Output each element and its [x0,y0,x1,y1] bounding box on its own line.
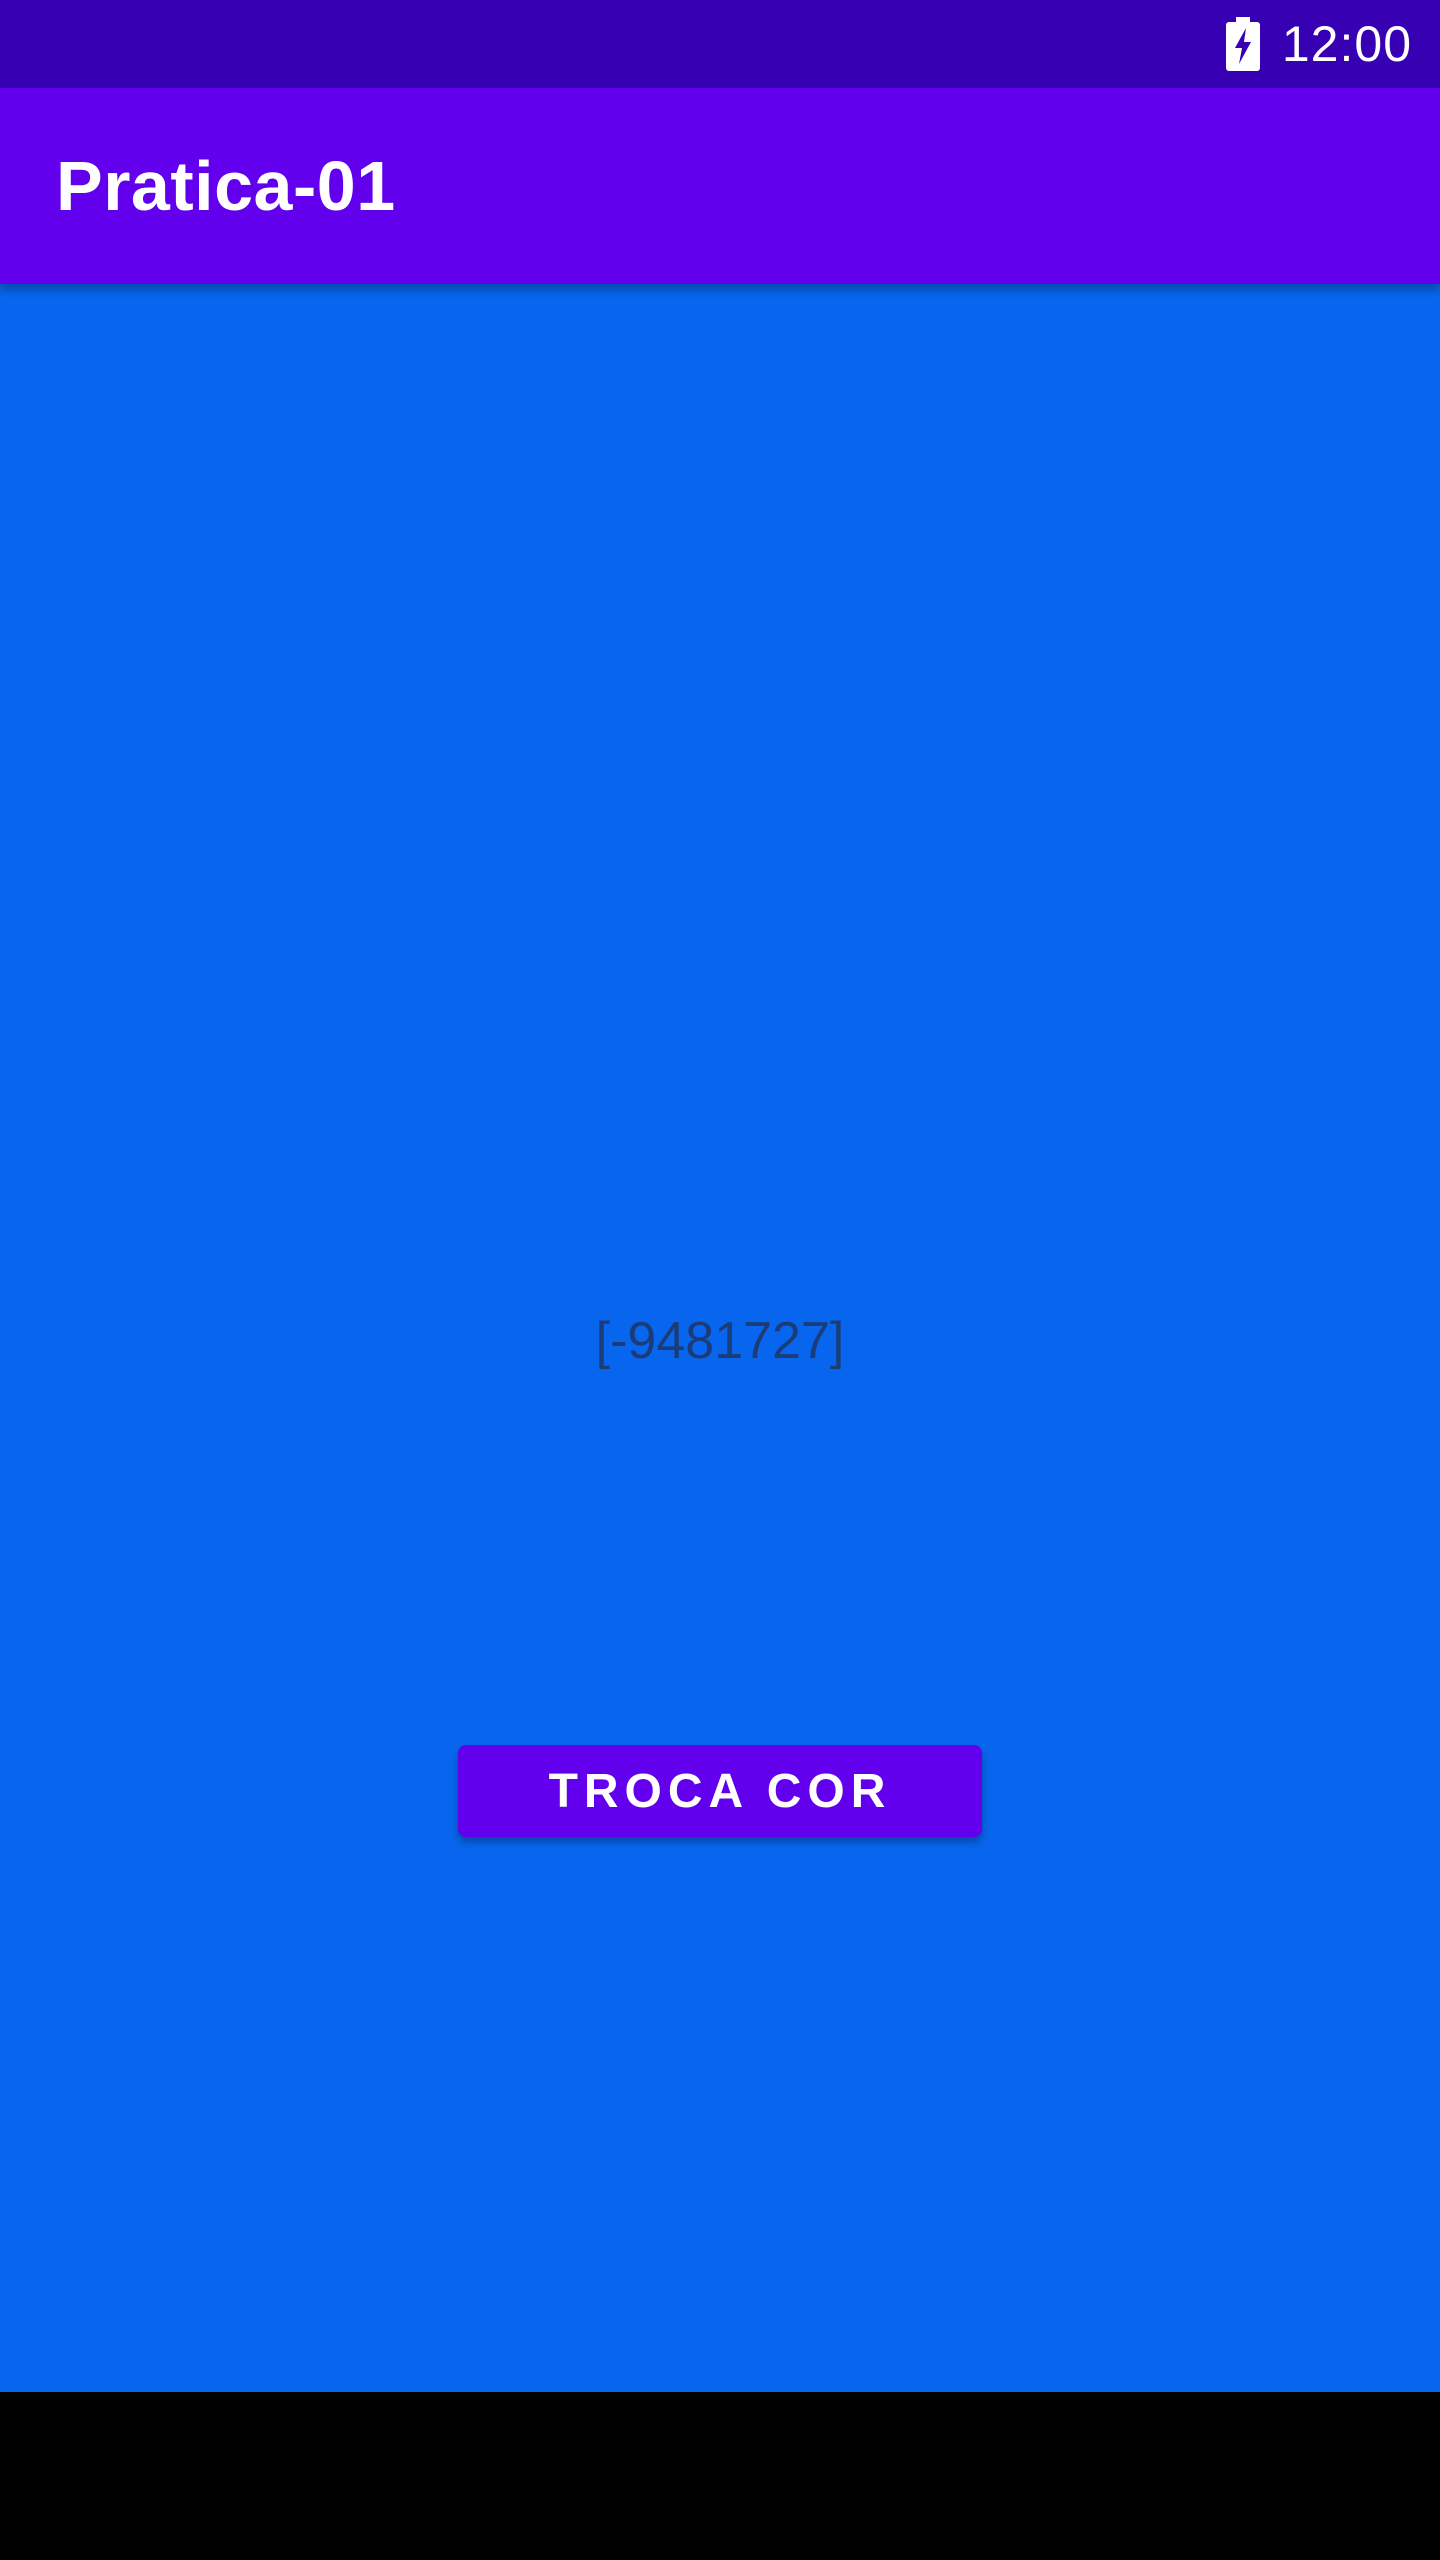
status-time: 12:00 [1281,16,1412,72]
change-color-button[interactable]: TROCA COR [458,1745,982,1837]
app-bar: Pratica-01 [0,88,1440,284]
color-value-text: [-9481727] [595,1312,845,1370]
battery-charging-icon [1225,17,1260,71]
app-title: Pratica-01 [56,147,396,225]
status-bar: 12:00 [0,0,1440,88]
navigation-bar [0,2392,1440,2560]
status-icons: 12:00 [1225,0,1412,88]
main-content: [-9481727] TROCA COR [0,284,1440,2392]
